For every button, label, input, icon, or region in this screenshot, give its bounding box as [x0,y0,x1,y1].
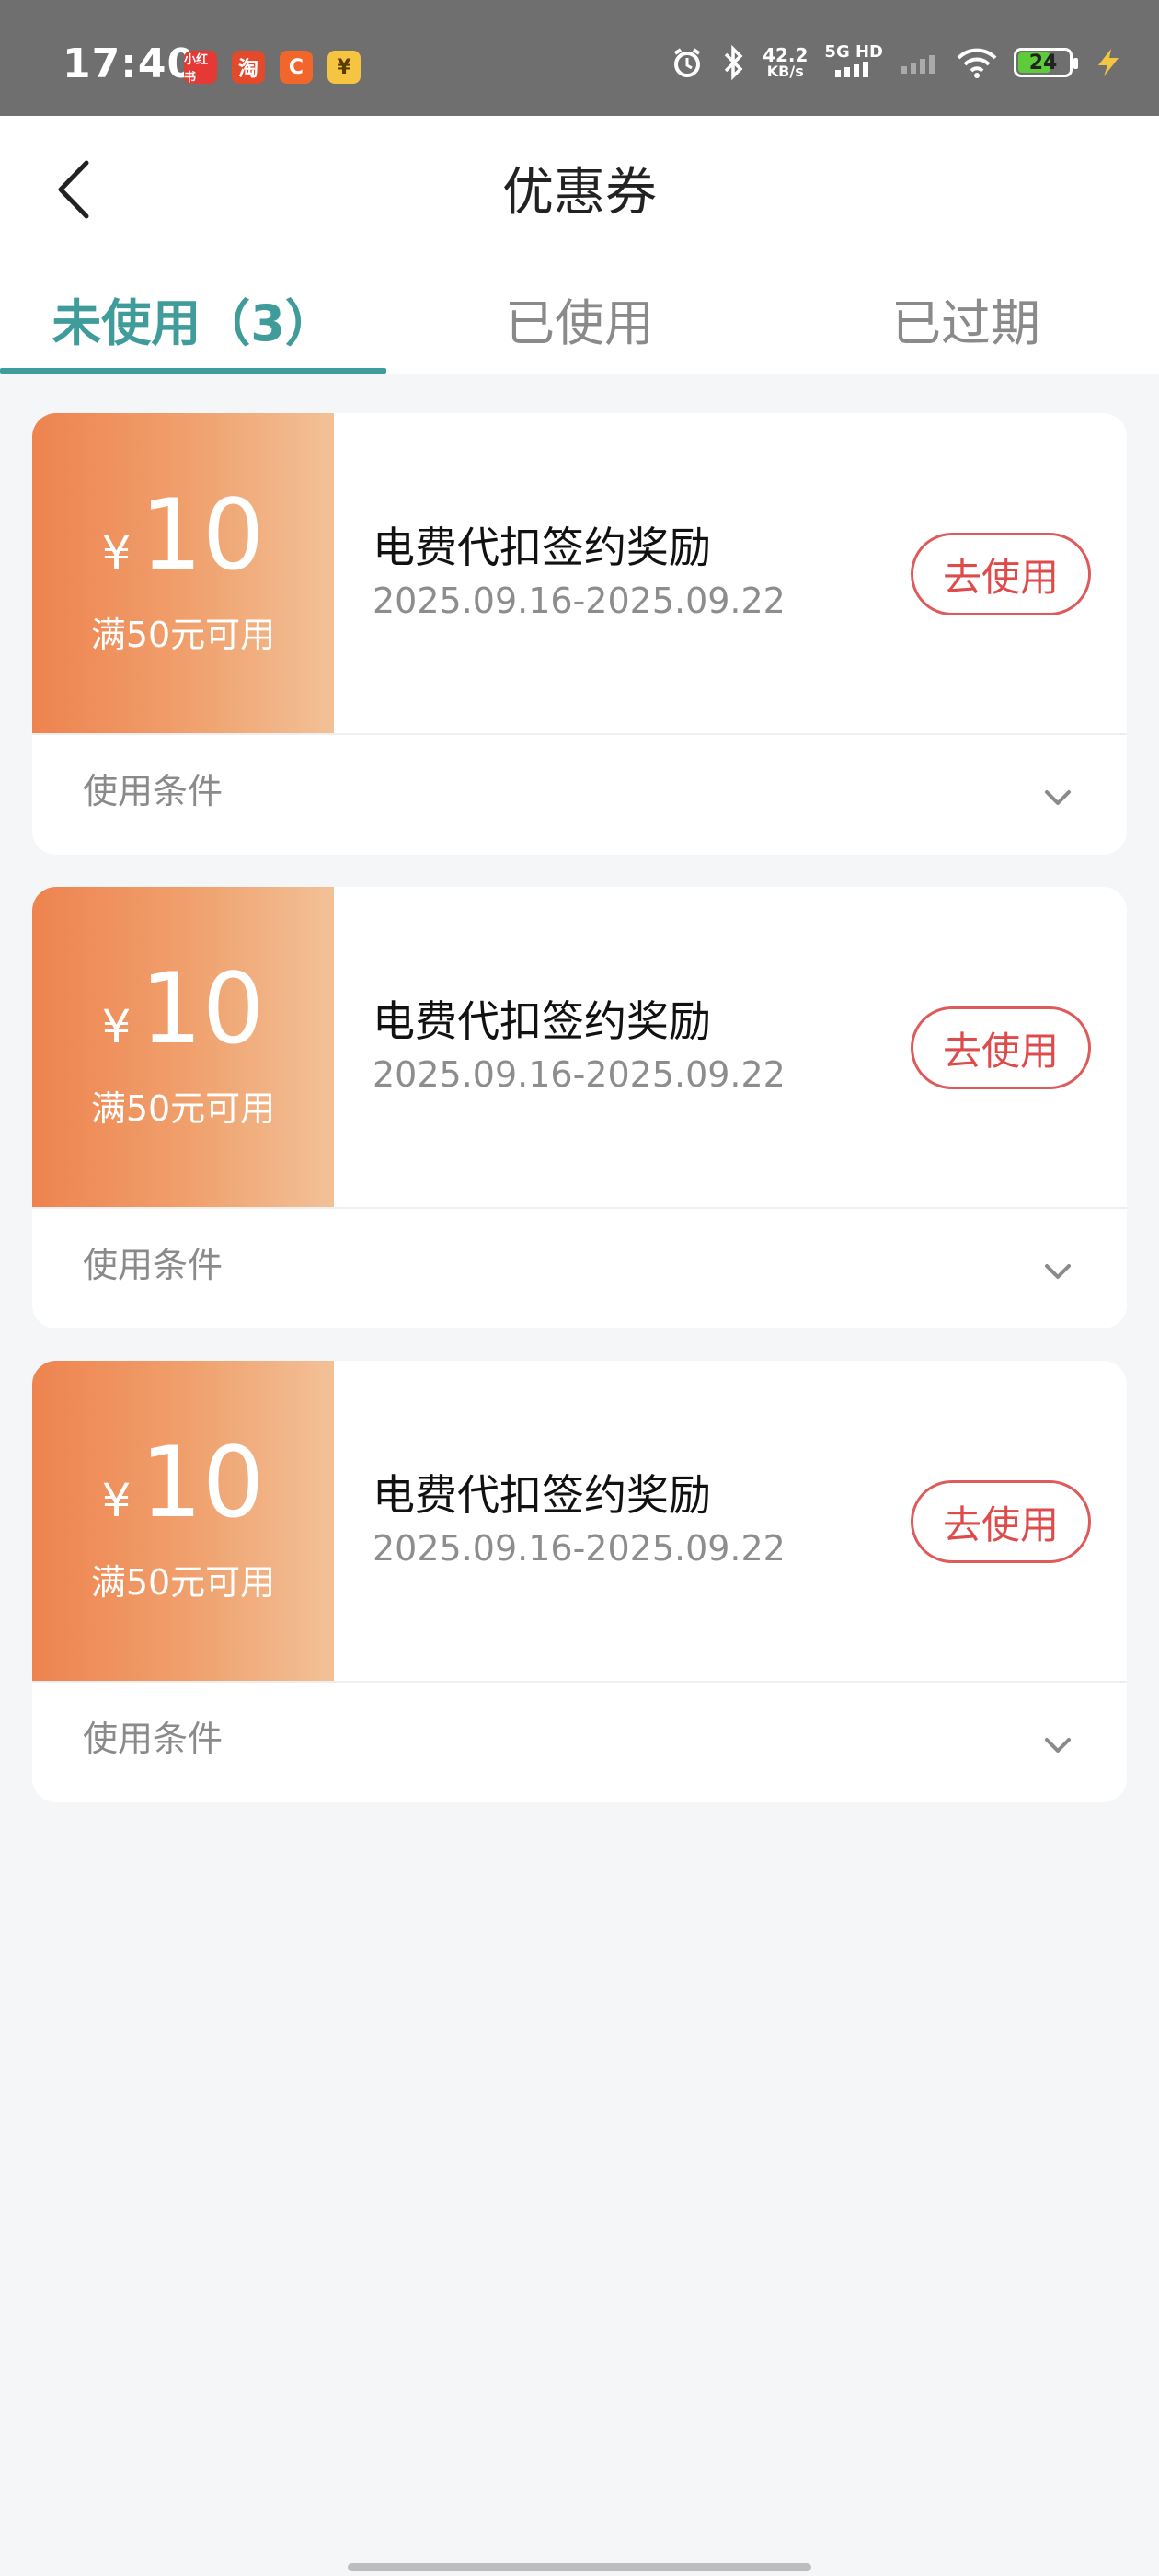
coupon-tabs: 未使用（3） 已使用 已过期 [0,263,1159,374]
speed-value: 42.2 [763,44,809,66]
use-coupon-button[interactable]: 去使用 [911,1006,1091,1089]
coupon-date-range: 2025.09.16-2025.09.22 [373,1054,786,1095]
coupon-amount-box: ¥ 10 满50元可用 [32,413,334,733]
coupon-main: ¥ 10 满50元可用 电费代扣签约奖励 2025.09.16-2025.09.… [32,1361,1127,1681]
page-title: 优惠券 [502,163,657,223]
coupon-date-range: 2025.09.16-2025.09.22 [373,581,786,621]
coupon-card: ¥ 10 满50元可用 电费代扣签约奖励 2025.09.16-2025.09.… [32,887,1127,1328]
status-time: 17:40 [63,40,197,87]
network-speed: 42.2 KB/s [763,46,808,79]
chevron-down-icon [1045,790,1071,805]
conditions-label: 使用条件 [83,1719,224,1759]
cellular-signal-icon: 5G HD [824,44,883,81]
coupon-threshold: 满50元可用 [90,1088,276,1129]
tab-used[interactable]: 已使用 [386,263,773,374]
coupon-amount: 10 [140,952,265,1065]
tab-label: 未使用（3） [52,293,335,352]
usage-conditions-toggle[interactable]: 使用条件 [32,735,1127,855]
tab-active-indicator [0,368,386,374]
use-coupon-button[interactable]: 去使用 [911,533,1091,615]
status-indicators: 42.2 KB/s 5G HD 24 [671,44,1122,81]
status-bar: 17:40 小红书 淘 C ¥ 42.2 KB/s 5G HD 24 [0,0,1159,116]
usage-conditions-toggle[interactable]: 使用条件 [32,1209,1127,1328]
delivery-app-icon: C [280,51,313,84]
coupon-amount: 10 [140,478,265,592]
coupon-main: ¥ 10 满50元可用 电费代扣签约奖励 2025.09.16-2025.09.… [32,887,1127,1207]
use-coupon-button[interactable]: 去使用 [911,1480,1091,1563]
coupon-date-range: 2025.09.16-2025.09.22 [373,1528,786,1569]
currency-symbol: ¥ [101,1000,132,1053]
wifi-icon [957,47,997,78]
coupon-amount-box: ¥ 10 满50元可用 [32,1361,334,1681]
page-header: 优惠券 未使用（3） 已使用 已过期 [0,116,1159,374]
currency-symbol: ¥ [101,526,132,580]
charging-icon [1095,47,1122,78]
battery-level: 24 [1028,51,1058,75]
coupon-threshold: 满50元可用 [90,615,276,655]
tab-unused[interactable]: 未使用（3） [0,263,386,374]
battery-icon: 24 [1014,48,1078,77]
chevron-down-icon [1045,1264,1071,1279]
xiaohongshu-icon: 小红书 [184,51,217,85]
coupon-card: ¥ 10 满50元可用 电费代扣签约奖励 2025.09.16-2025.09.… [32,1361,1127,1802]
coupon-card: ¥ 10 满50元可用 电费代扣签约奖励 2025.09.16-2025.09.… [32,413,1127,855]
tab-label: 已过期 [891,293,1040,352]
coupon-title: 电费代扣签约奖励 [373,1470,711,1520]
notification-app-icons: 小红书 淘 C ¥ [184,51,361,85]
tab-label: 已使用 [505,293,654,352]
usage-conditions-toggle[interactable]: 使用条件 [32,1683,1127,1802]
speed-unit: KB/s [766,63,804,80]
tab-expired[interactable]: 已过期 [773,263,1159,374]
conditions-label: 使用条件 [83,1245,224,1285]
currency-symbol: ¥ [101,1474,132,1527]
bluetooth-icon [720,45,746,80]
network-type: 5G HD [824,42,883,62]
chevron-down-icon [1045,1738,1071,1753]
coupon-amount-box: ¥ 10 满50元可用 [32,887,334,1207]
coupon-title: 电费代扣签约奖励 [373,996,711,1046]
coupon-amount: 10 [140,1426,265,1539]
coupon-threshold: 满50元可用 [90,1562,276,1603]
coupon-list: ¥ 10 满50元可用 电费代扣签约奖励 2025.09.16-2025.09.… [32,413,1127,1834]
coupon-main: ¥ 10 满50元可用 电费代扣签约奖励 2025.09.16-2025.09.… [32,413,1127,733]
home-indicator[interactable] [348,2563,811,2571]
conditions-label: 使用条件 [83,771,224,811]
yuan-app-icon: ¥ [327,51,361,84]
alarm-icon [671,46,704,79]
taobao-icon: 淘 [232,51,265,84]
coupon-title: 电费代扣签约奖励 [373,523,711,572]
secondary-signal-icon [900,52,940,74]
